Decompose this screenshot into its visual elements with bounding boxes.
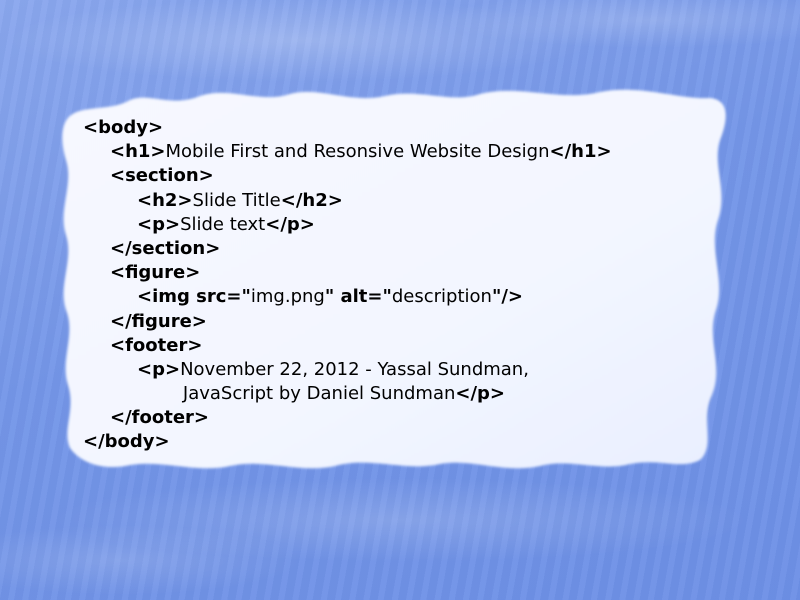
code-line: <p>November 22, 2012 - Yassal Sundman, — [83, 358, 612, 382]
code-line: </section> — [83, 237, 612, 261]
html-code-listing: <body> <h1>Mobile First and Resonsive Web… — [83, 116, 612, 455]
code-tag: " alt=" — [324, 286, 392, 308]
code-tag: </p> — [265, 213, 315, 235]
code-text: Mobile First and Resonsive Website Desig… — [165, 141, 550, 163]
code-tag: </section> — [110, 237, 221, 259]
code-tag: "/> — [491, 286, 524, 308]
code-tag: <figure> — [110, 262, 201, 284]
code-tag: <body> — [83, 117, 164, 138]
code-text: img.png — [250, 286, 325, 308]
code-text: November 22, 2012 - Yassal Sundman, — [180, 358, 529, 380]
code-tag: </h2> — [280, 189, 343, 211]
code-line: <h1>Mobile First and Resonsive Website D… — [83, 140, 612, 164]
code-tag: </p> — [455, 383, 506, 405]
code-text: JavaScript by Daniel Sundman — [182, 383, 456, 405]
code-tag: </body> — [83, 431, 170, 453]
code-line: </figure> — [83, 310, 612, 334]
code-tag: </h1> — [549, 141, 612, 163]
code-tag: <p> — [137, 213, 181, 235]
code-tag: <h1> — [110, 141, 166, 163]
code-line: </body> — [83, 430, 612, 454]
code-tag: <img src=" — [137, 286, 251, 308]
code-line: <footer> — [83, 334, 612, 358]
code-line: <h2>Slide Title</h2> — [83, 189, 612, 213]
code-text: description — [391, 286, 492, 308]
code-line: <p>Slide text</p> — [83, 213, 612, 237]
code-line: </footer> — [83, 406, 612, 430]
code-tag: </figure> — [110, 310, 207, 332]
code-tag: </footer> — [110, 407, 209, 429]
code-text: Slide Title — [192, 189, 281, 211]
code-line: JavaScript by Daniel Sundman</p> — [83, 382, 612, 406]
code-tag: <h2> — [137, 189, 193, 211]
code-tag: <p> — [137, 358, 181, 380]
code-line: <section> — [83, 164, 612, 188]
code-tag: <section> — [110, 165, 214, 187]
code-tag: <footer> — [110, 334, 203, 356]
code-text: Slide text — [180, 213, 266, 235]
code-line: <img src="img.png" alt="description"/> — [83, 285, 612, 309]
code-line: <body> — [83, 116, 612, 140]
code-line: <figure> — [83, 261, 612, 285]
